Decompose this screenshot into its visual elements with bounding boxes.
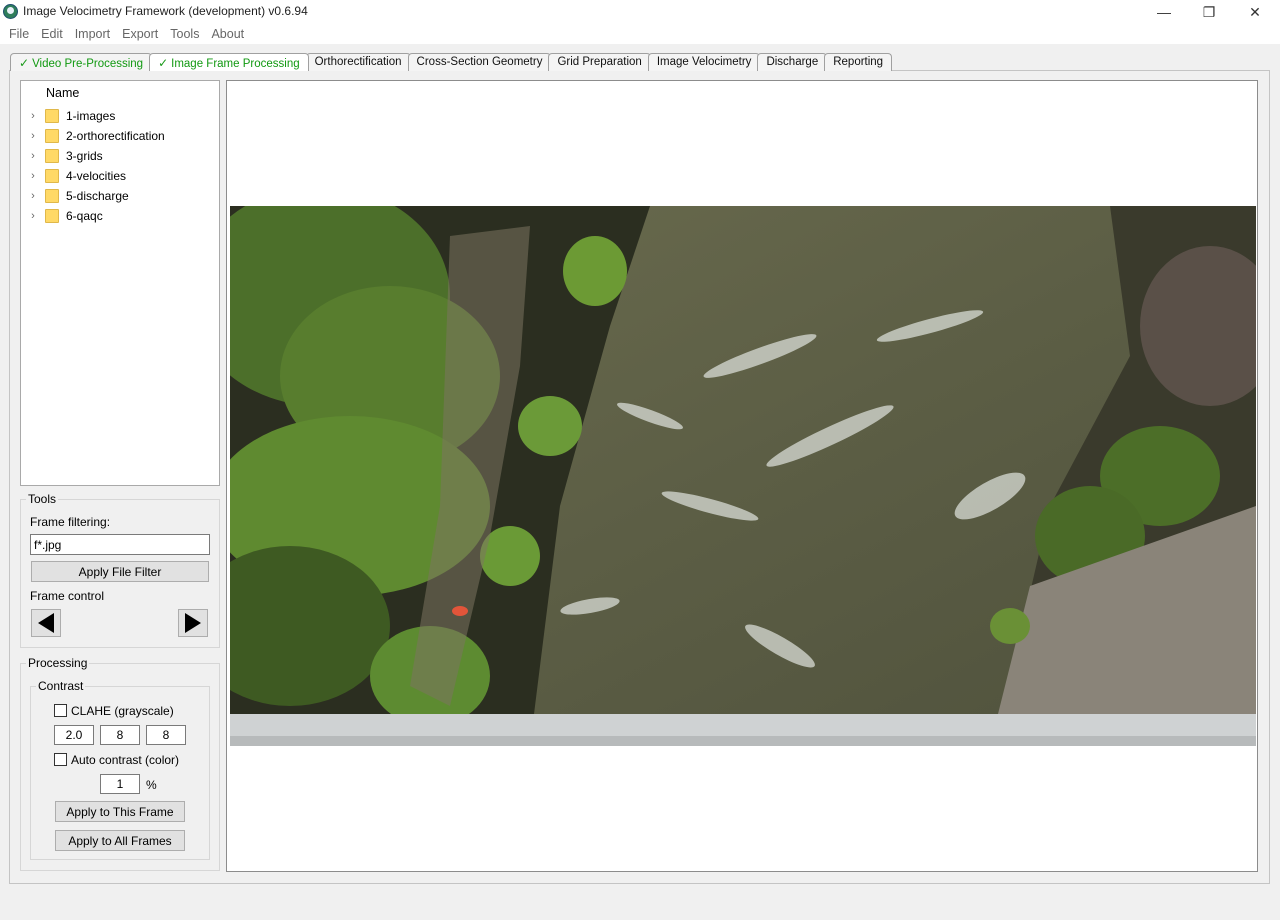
auto-contrast-label: Auto contrast (color) (71, 753, 180, 767)
auto-contrast-percent-input[interactable]: 1 (100, 774, 140, 794)
tree-item[interactable]: › 6-qaqc (21, 206, 219, 226)
tab-bar: ✓ Video Pre-Processing ✓ Image Frame Proce… (10, 53, 893, 71)
apply-file-filter-button[interactable]: Apply File Filter (31, 561, 209, 582)
frame-filter-input[interactable] (30, 534, 210, 555)
tab-label: Orthorectification (314, 56, 402, 68)
previous-frame-button[interactable] (31, 609, 61, 637)
tab-grid-preparation[interactable]: Grid Preparation (548, 53, 651, 71)
tab-label: Grid Preparation (557, 56, 642, 68)
next-frame-button[interactable] (178, 609, 208, 637)
tab-label: Discharge (766, 56, 819, 68)
folder-icon (45, 129, 59, 143)
chevron-right-icon[interactable]: › (21, 190, 45, 202)
folder-icon (45, 149, 59, 163)
frame-control-label: Frame control (30, 589, 105, 603)
chevron-right-icon[interactable]: › (21, 150, 45, 162)
menu-about[interactable]: About (205, 27, 250, 41)
tab-image-frame-processing[interactable]: ✓ Image Frame Processing (149, 53, 309, 71)
folder-icon (45, 209, 59, 223)
folder-icon (45, 109, 59, 123)
clahe-tile-y-input[interactable]: 8 (146, 725, 186, 745)
menu-file[interactable]: File (3, 27, 35, 41)
image-viewer[interactable] (226, 80, 1258, 872)
tree-item[interactable]: › 4-velocities (21, 166, 219, 186)
tab-label: Cross-Section Geometry (416, 56, 543, 68)
tree-item-label: 1-images (66, 109, 116, 123)
restore-button[interactable]: ❐ (1186, 0, 1232, 24)
tree-item-label: 6-qaqc (66, 209, 103, 223)
tab-label: Video Pre-Processing (32, 58, 144, 70)
arrow-right-icon (185, 613, 201, 633)
auto-contrast-checkbox[interactable] (54, 753, 67, 766)
tab-label: Image Frame Processing (171, 58, 300, 70)
frame-filtering-label: Frame filtering: (30, 515, 111, 529)
tree-item-label: 4-velocities (66, 169, 127, 183)
percent-unit-label: % (146, 778, 157, 792)
check-icon: ✓ (158, 56, 169, 70)
tree-header-name[interactable]: Name (46, 86, 79, 100)
tree-item[interactable]: › 2-orthorectification (21, 126, 219, 146)
title-bar: Image Velocimetry Framework (development… (0, 0, 1280, 24)
tab-label: Reporting (833, 56, 884, 68)
tree-item[interactable]: › 5-discharge (21, 186, 219, 206)
tab-label: Image Velocimetry (656, 56, 752, 68)
tab-image-velocimetry[interactable]: Image Velocimetry (647, 53, 761, 71)
menu-export[interactable]: Export (116, 27, 164, 41)
tools-group-title: Tools (26, 492, 59, 506)
tree-item-label: 2-orthorectification (66, 129, 165, 143)
tab-orthorectification[interactable]: Orthorectification (305, 53, 411, 71)
contrast-group-title: Contrast (36, 679, 86, 693)
tab-cross-section-geometry[interactable]: Cross-Section Geometry (407, 53, 552, 71)
tree-item-label: 3-grids (66, 149, 103, 163)
clahe-checkbox[interactable] (54, 704, 67, 717)
file-tree[interactable]: Name › 1-images › 2-orthorectification ›… (20, 80, 220, 486)
menu-tools[interactable]: Tools (164, 27, 205, 41)
frame-image[interactable] (230, 206, 1256, 746)
clahe-tile-x-input[interactable]: 8 (100, 725, 140, 745)
menu-import[interactable]: Import (69, 27, 116, 41)
tab-reporting[interactable]: Reporting (824, 53, 893, 71)
menu-bar: File Edit Import Export Tools About (0, 24, 1280, 44)
arrow-left-icon (38, 613, 54, 633)
tree-item-label: 5-discharge (66, 189, 129, 203)
folder-icon (45, 189, 59, 203)
close-button[interactable]: ✕ (1232, 0, 1278, 24)
check-icon: ✓ (19, 56, 30, 70)
window-title: Image Velocimetry Framework (development… (23, 4, 308, 18)
river-aerial-photo (230, 206, 1256, 746)
tree-item[interactable]: › 1-images (21, 106, 219, 126)
chevron-right-icon[interactable]: › (21, 170, 45, 182)
chevron-right-icon[interactable]: › (21, 110, 45, 122)
tree-item[interactable]: › 3-grids (21, 146, 219, 166)
clahe-label: CLAHE (grayscale) (71, 704, 174, 718)
menu-edit[interactable]: Edit (35, 27, 69, 41)
tab-video-pre-processing[interactable]: ✓ Video Pre-Processing (10, 53, 153, 71)
chevron-right-icon[interactable]: › (21, 130, 45, 142)
processing-group-title: Processing (26, 656, 90, 670)
apply-to-this-frame-button[interactable]: Apply to This Frame (55, 801, 185, 822)
apply-to-all-frames-button[interactable]: Apply to All Frames (55, 830, 185, 851)
app-globe-icon (3, 4, 18, 19)
chevron-right-icon[interactable]: › (21, 210, 45, 222)
clahe-clip-limit-input[interactable]: 2.0 (54, 725, 94, 745)
minimize-button[interactable]: — (1141, 0, 1187, 24)
folder-icon (45, 169, 59, 183)
tab-discharge[interactable]: Discharge (757, 53, 828, 71)
